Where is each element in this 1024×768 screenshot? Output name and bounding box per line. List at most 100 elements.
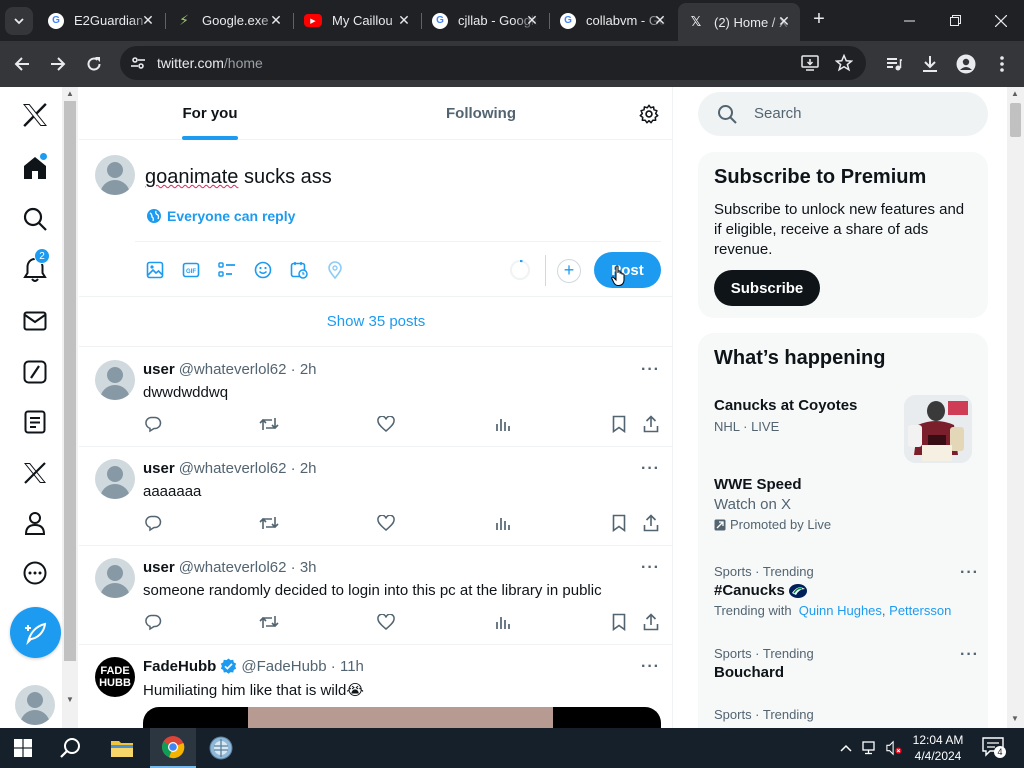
page-scrollbar[interactable]: ▲ ▼: [1007, 87, 1024, 728]
nav-home[interactable]: [20, 153, 50, 183]
reply-icon[interactable]: [143, 414, 163, 434]
tab-for-you[interactable]: For you: [79, 87, 341, 140]
post-avatar[interactable]: FADE HUBB: [95, 657, 135, 697]
post-item[interactable]: FADE HUBB FadeHubb @FadeHubb · 11h ··· Hu…: [79, 645, 673, 728]
emoji-icon[interactable]: [253, 260, 273, 280]
post-time[interactable]: 3h: [300, 559, 317, 576]
trend-item[interactable]: Sports · Trending ··· Bouchard: [714, 646, 979, 681]
close-tab-icon[interactable]: ✕: [396, 12, 412, 28]
nav-lists[interactable]: [20, 407, 50, 437]
compose-post-button[interactable]: [10, 607, 61, 658]
post-time[interactable]: 2h: [300, 361, 317, 378]
tab-following[interactable]: Following: [341, 87, 621, 140]
action-center-button[interactable]: 4: [982, 737, 1006, 759]
subscribe-button[interactable]: Subscribe: [714, 270, 820, 306]
nav-messages[interactable]: [20, 306, 50, 336]
post-button[interactable]: Post: [594, 252, 661, 288]
author-name[interactable]: FadeHubb: [143, 658, 216, 675]
taskbar-clock[interactable]: 12:04 AM 4/4/2024: [906, 732, 970, 764]
share-icon[interactable]: [641, 612, 661, 632]
browser-tab-my-caillou[interactable]: ▶ My Caillou ✕: [294, 6, 420, 35]
author-name[interactable]: user: [143, 361, 175, 378]
trend-thumbnail[interactable]: [904, 395, 972, 463]
like-icon[interactable]: [376, 513, 396, 533]
repost-icon[interactable]: [259, 612, 279, 632]
close-window-button[interactable]: [978, 0, 1024, 41]
scrollbar-thumb[interactable]: [64, 101, 76, 661]
left-scrollbar[interactable]: ▲ ▼: [62, 87, 78, 728]
reply-setting-button[interactable]: Everyone can reply: [147, 208, 295, 224]
views-icon[interactable]: [493, 513, 513, 533]
taskbar-file-explorer[interactable]: [99, 728, 145, 768]
post-more-button[interactable]: ···: [641, 658, 660, 676]
like-icon[interactable]: [376, 612, 396, 632]
nav-profile[interactable]: [20, 508, 50, 538]
author-name[interactable]: user: [143, 559, 175, 576]
show-new-posts-button[interactable]: Show 35 posts: [79, 297, 673, 347]
post-time[interactable]: 11h: [340, 658, 364, 675]
bookmark-icon[interactable]: [609, 414, 629, 434]
like-icon[interactable]: [376, 414, 396, 434]
related-trend-link[interactable]: Pettersson: [889, 603, 951, 618]
address-bar[interactable]: twitter.com/home: [120, 46, 866, 80]
trend-more-button[interactable]: ···: [960, 564, 979, 582]
close-tab-icon[interactable]: ✕: [268, 12, 284, 28]
trend-item[interactable]: Sports · Trending ··· #Canucks Trending …: [714, 564, 979, 618]
media-queue-icon[interactable]: [882, 52, 906, 76]
new-tab-button[interactable]: +: [808, 8, 830, 30]
reply-icon[interactable]: [143, 513, 163, 533]
browser-tab-x-home[interactable]: 𝕏 (2) Home / X ✕: [678, 3, 800, 41]
forward-button[interactable]: [44, 50, 72, 78]
show-hidden-icons[interactable]: [838, 740, 854, 756]
composer-textbox[interactable]: goanimate sucks ass: [145, 166, 332, 189]
search-input[interactable]: Search: [698, 92, 988, 136]
nav-more[interactable]: [20, 558, 50, 588]
add-thread-button[interactable]: +: [557, 259, 581, 283]
trend-item[interactable]: Sports · Trending: [714, 707, 979, 722]
tab-search-button[interactable]: [5, 7, 33, 35]
post-item[interactable]: user @whateverlol62 · 2h ··· aaaaaaa: [79, 447, 673, 546]
browser-tab-e2guardian[interactable]: G E2Guardian ✕: [38, 6, 164, 35]
nav-notifications[interactable]: 2: [20, 248, 50, 285]
scrollbar-thumb[interactable]: [1010, 103, 1021, 137]
close-tab-icon[interactable]: ✕: [776, 13, 792, 29]
share-icon[interactable]: [641, 414, 661, 434]
gear-icon[interactable]: [639, 104, 659, 124]
views-icon[interactable]: [493, 612, 513, 632]
author-handle[interactable]: @whateverlol62: [179, 559, 287, 576]
back-button[interactable]: [8, 50, 36, 78]
poll-icon[interactable]: [217, 260, 237, 280]
account-avatar[interactable]: [15, 685, 55, 725]
trend-item[interactable]: WWE Speed Watch on X Promoted by Live: [714, 476, 979, 532]
close-tab-icon[interactable]: ✕: [524, 12, 540, 28]
author-handle[interactable]: @whateverlol62: [179, 361, 287, 378]
taskbar-app[interactable]: [198, 728, 244, 768]
gif-icon[interactable]: GIF: [181, 260, 201, 280]
author-handle[interactable]: @whateverlol62: [179, 460, 287, 477]
browser-tab-collabvm[interactable]: G collabvm - Google ✕: [550, 6, 676, 35]
start-button[interactable]: [0, 728, 46, 768]
post-avatar[interactable]: [95, 360, 135, 400]
author-handle[interactable]: @FadeHubb: [241, 658, 326, 675]
post-item[interactable]: user @whateverlol62 · 3h ··· someone rand…: [79, 546, 673, 645]
composer-avatar[interactable]: [95, 155, 135, 195]
post-more-button[interactable]: ···: [641, 361, 660, 379]
taskbar-chrome[interactable]: [150, 728, 196, 768]
close-tab-icon[interactable]: ✕: [140, 12, 156, 28]
browser-tab-cjllab[interactable]: G cjllab - Google ✕: [422, 6, 548, 35]
media-icon[interactable]: [145, 260, 165, 280]
taskbar-search-button[interactable]: [48, 728, 94, 768]
nav-grok[interactable]: [20, 357, 50, 387]
install-app-icon[interactable]: [800, 53, 820, 73]
post-video[interactable]: [143, 707, 661, 728]
repost-icon[interactable]: [259, 513, 279, 533]
repost-icon[interactable]: [259, 414, 279, 434]
network-icon[interactable]: [862, 740, 878, 756]
post-avatar[interactable]: [95, 459, 135, 499]
trend-more-button[interactable]: ···: [960, 646, 979, 664]
browser-menu-icon[interactable]: [990, 52, 1014, 76]
profile-icon[interactable]: [954, 52, 978, 76]
close-tab-icon[interactable]: ✕: [652, 12, 668, 28]
post-more-button[interactable]: ···: [641, 460, 660, 478]
reply-icon[interactable]: [143, 612, 163, 632]
